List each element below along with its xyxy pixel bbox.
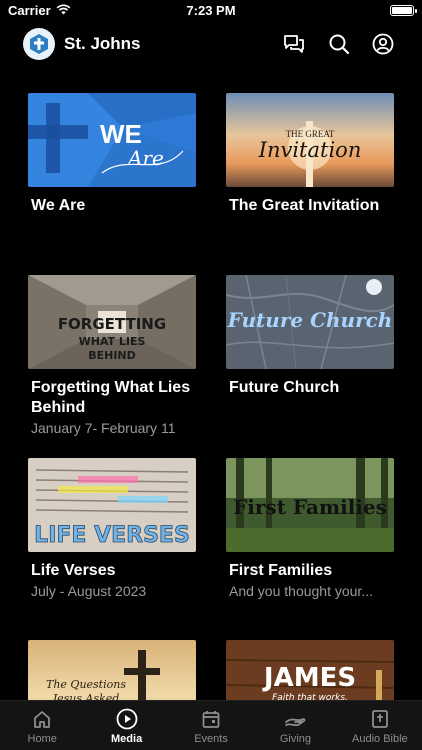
card-title: We Are <box>31 197 86 214</box>
calendar-icon <box>200 708 222 730</box>
status-time: 7:23 PM <box>186 3 236 18</box>
card-title: Forgetting What Lies Behind <box>31 379 191 416</box>
svg-text:Future Church: Future Church <box>227 308 393 332</box>
tab-audio-bible[interactable]: Audio Bible <box>338 701 422 750</box>
media-card-future-church[interactable]: Future Church Future Church <box>226 275 394 398</box>
tab-label: Media <box>111 733 143 745</box>
tab-home[interactable]: Home <box>0 701 84 750</box>
svg-text:LIFE VERSES: LIFE VERSES <box>34 523 190 548</box>
media-card-life-verses[interactable]: LIFE VERSES Life Verses July - August 20… <box>28 458 196 600</box>
card-subtitle: July - August 2023 <box>31 583 147 599</box>
profile-icon[interactable] <box>371 32 395 56</box>
svg-text:First Families: First Families <box>233 495 387 519</box>
svg-text:FORGETTING: FORGETTING <box>58 315 166 333</box>
media-card-first-families[interactable]: First Families First Families And you th… <box>226 458 394 600</box>
card-title: First Families <box>229 562 333 579</box>
church-logo[interactable] <box>23 28 55 60</box>
svg-text:Invitation: Invitation <box>258 138 362 162</box>
app-header: St. Johns <box>0 28 422 60</box>
tab-label: Events <box>194 733 228 745</box>
tab-label: Giving <box>279 733 312 745</box>
card-title: The Great Invitation <box>229 197 380 214</box>
chat-icon[interactable] <box>282 32 306 56</box>
svg-text:JAMES: JAMES <box>262 663 356 693</box>
media-card-we-are[interactable]: WE Are We Are <box>28 93 196 216</box>
play-circle-icon <box>116 708 138 730</box>
card-subtitle: January 7- February 11 <box>31 420 176 436</box>
series-thumbnail[interactable]: LIFE VERSES <box>28 458 196 552</box>
svg-text:The Questions: The Questions <box>46 678 126 691</box>
tab-label: Home <box>27 733 57 745</box>
tab-giving[interactable]: Giving <box>253 701 337 750</box>
status-bar: Carrier 7:23 PM <box>0 0 422 22</box>
series-thumbnail[interactable]: WE Are <box>28 93 196 187</box>
svg-text:WHAT LIES: WHAT LIES <box>79 335 146 348</box>
media-card-forgetting[interactable]: FORGETTING WHAT LIES BEHIND Forgetting W… <box>28 275 196 437</box>
search-icon[interactable] <box>327 32 351 56</box>
tab-bar: Home Media Events Giving Audio Bible <box>0 700 422 750</box>
home-icon <box>31 708 53 730</box>
tab-label: Audio Bible <box>352 733 408 745</box>
tab-events[interactable]: Events <box>169 701 253 750</box>
card-title: Future Church <box>229 379 340 396</box>
series-thumbnail[interactable]: Future Church <box>226 275 394 369</box>
svg-text:BEHIND: BEHIND <box>88 349 136 362</box>
series-thumbnail[interactable]: FORGETTING WHAT LIES BEHIND <box>28 275 196 369</box>
card-title: Life Verses <box>31 562 116 579</box>
series-thumbnail[interactable]: First Families <box>226 458 394 552</box>
giving-hand-icon <box>284 708 306 730</box>
tab-media[interactable]: Media <box>84 701 168 750</box>
svg-text:Are: Are <box>126 146 164 170</box>
app-title: St. Johns <box>64 34 141 53</box>
card-subtitle: And you thought your... <box>229 583 373 599</box>
battery-icon <box>390 5 417 16</box>
thumb-text: WE <box>100 119 142 149</box>
series-thumbnail[interactable]: THE GREAT Invitation <box>226 93 394 187</box>
bible-icon <box>369 708 391 730</box>
media-card-great-invitation[interactable]: THE GREAT Invitation The Great Invitatio… <box>226 93 394 216</box>
